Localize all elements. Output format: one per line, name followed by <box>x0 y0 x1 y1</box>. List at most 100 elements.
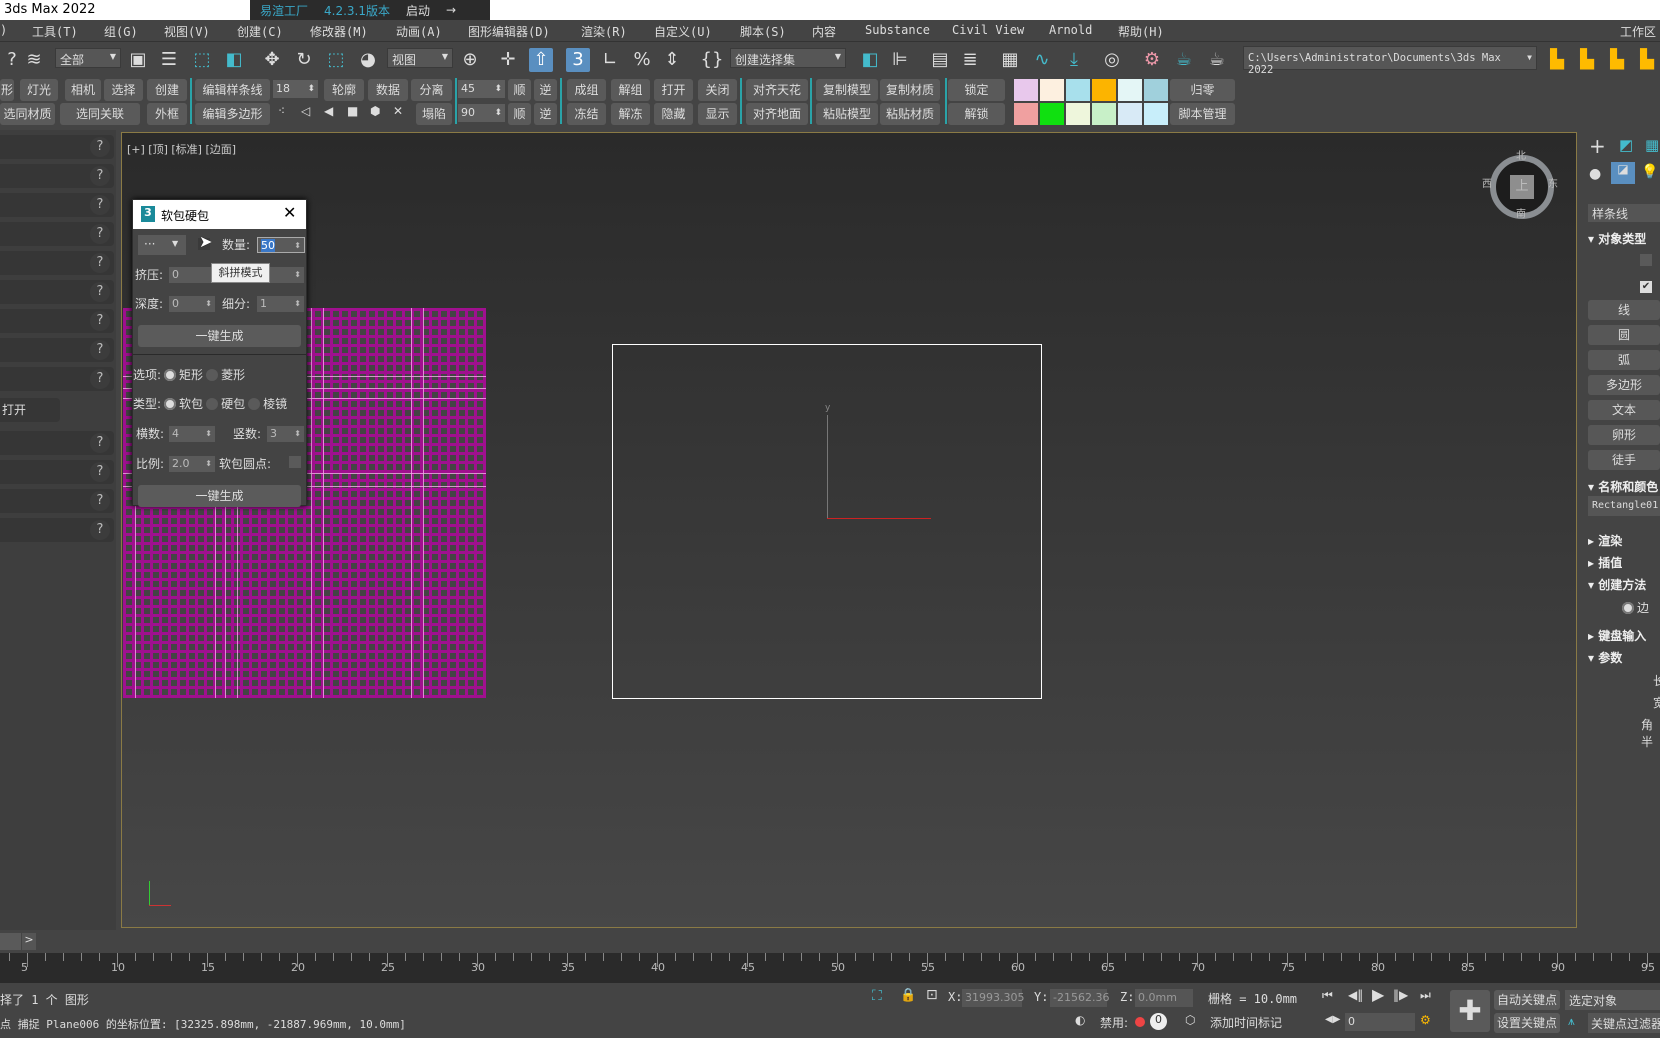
pivot-center-icon[interactable]: ⊕ <box>458 48 482 72</box>
menu-item[interactable]: Civil View <box>952 23 1024 37</box>
percent-snap-icon[interactable]: % <box>630 48 654 72</box>
menu-item[interactable]: 内容 <box>812 23 836 40</box>
project-path-dropdown[interactable]: C:\Users\Administrator\Documents\3ds Max… <box>1243 46 1537 76</box>
panel-row[interactable]: ? <box>0 367 114 391</box>
geometry-icon[interactable]: ● <box>1589 166 1601 182</box>
color-swatch[interactable] <box>1014 79 1038 101</box>
category-dropdown[interactable]: 样条线 <box>1588 204 1660 222</box>
color-swatch[interactable] <box>1092 103 1116 125</box>
layer-explorer-icon[interactable]: ≣ <box>958 48 982 72</box>
quick-button[interactable]: 选择 <box>104 79 143 101</box>
rollout-keyboard[interactable]: ▸ 键盘输入 <box>1588 627 1646 644</box>
keyboard-shortcut-icon[interactable]: ⇧ <box>529 48 553 72</box>
hierarchy-tab-icon[interactable]: ▦ <box>1645 136 1659 154</box>
edit-named-selection-icon[interactable]: {} <box>700 48 724 72</box>
scene-explorer-icon[interactable]: ▤ <box>928 48 952 72</box>
move-icon[interactable]: ✥ <box>260 48 284 72</box>
color-swatch[interactable] <box>1040 79 1064 101</box>
add-time-tag[interactable]: 添加时间标记 <box>1210 1014 1282 1031</box>
menu-item[interactable]: 创建(C) <box>237 23 283 40</box>
color-swatch[interactable] <box>1092 79 1116 101</box>
quick-button[interactable]: 解锁 <box>948 103 1005 125</box>
scale-icon[interactable]: ⬚ <box>324 48 348 72</box>
quick-button[interactable]: 相机 <box>65 79 101 101</box>
rectangle-shape[interactable]: y <box>612 344 1042 699</box>
quick-button[interactable]: 复制模型 <box>816 79 878 101</box>
quick-button[interactable]: 解组 <box>611 79 650 101</box>
time-slider-thumb[interactable] <box>0 933 21 950</box>
align-icon[interactable]: ⊫ <box>888 48 912 72</box>
count-input[interactable]: 50 <box>257 237 305 254</box>
viewport-label[interactable]: [+] [顶] [标准] [边面] <box>127 141 236 157</box>
quick-spinner[interactable]: 90 <box>458 104 505 122</box>
menu-item[interactable]: 修改器(M) <box>310 23 368 40</box>
current-frame-input[interactable]: 0 <box>1345 1013 1415 1031</box>
panel-row[interactable]: ? <box>0 338 114 362</box>
rendered-frame-icon[interactable]: ☕ <box>1172 48 1196 72</box>
start-new-shape-checkbox[interactable]: ✔ <box>1640 281 1652 293</box>
next-frame-button[interactable]: > <box>22 933 36 950</box>
navcube[interactable]: 上 北 南 西 东 <box>1482 151 1558 220</box>
subobject-icon[interactable]: ⁖ <box>278 104 285 118</box>
quick-button[interactable]: 显示 <box>698 103 737 125</box>
menu-item[interactable]: 帮助(H) <box>1118 23 1164 40</box>
rollout-create-method[interactable]: ▾ 创建方法 <box>1588 576 1646 593</box>
color-swatch[interactable] <box>1118 79 1142 101</box>
subobject-icon[interactable]: ✕ <box>393 104 403 118</box>
quick-button[interactable]: 顺 <box>508 79 531 101</box>
panel-row[interactable]: ? <box>0 193 114 217</box>
create-tab-icon[interactable]: + <box>1589 134 1606 158</box>
menu-item[interactable]: 动画(A) <box>396 23 442 40</box>
rollout-params[interactable]: ▾ 参数 <box>1588 649 1622 666</box>
named-selection-dropdown[interactable]: 创建选择集 ▼ <box>730 48 846 68</box>
time-config-arrows-icon[interactable]: ◀▶ <box>1325 1014 1340 1025</box>
generate-button[interactable]: 一键生成 <box>138 325 301 347</box>
rollout-interp[interactable]: ▸ 插值 <box>1588 554 1622 571</box>
project-tree-icon[interactable]: ▙ <box>1605 48 1629 72</box>
quick-button[interactable]: 锁定 <box>948 79 1005 101</box>
go-end-icon[interactable]: ⏭ <box>1420 988 1431 1003</box>
set-key-button[interactable]: 设置关键点 <box>1494 1013 1560 1033</box>
subobject-icon[interactable]: ◀ <box>324 104 333 118</box>
generate-button-2[interactable]: 一键生成 <box>138 485 301 507</box>
project-folder-icon[interactable]: ▙ <box>1575 48 1599 72</box>
rollout-render[interactable]: ▸ 渲染 <box>1588 532 1622 549</box>
help-button[interactable]: ? <box>90 224 110 244</box>
subobject-icon[interactable]: ■ <box>347 104 358 118</box>
navcube-face[interactable]: 上 <box>1510 175 1534 199</box>
curve-editor-icon[interactable]: ∿ <box>1030 48 1054 72</box>
menu-item[interactable]: 图形编辑器(D) <box>468 23 550 40</box>
quick-button[interactable]: 塌陷 <box>416 103 452 125</box>
quick-button[interactable]: 轮廓 <box>324 79 364 101</box>
object-type-button[interactable]: 徒手 <box>1588 450 1660 470</box>
help-button[interactable]: ? <box>90 311 110 331</box>
auto-key-button[interactable]: 自动关键点 <box>1494 990 1560 1010</box>
quick-spinner[interactable]: 45 <box>458 80 505 98</box>
quick-button[interactable]: 编辑样条线 <box>195 79 270 101</box>
help-button[interactable]: ? <box>90 340 110 360</box>
snap-3d-icon[interactable]: 3 <box>566 48 590 72</box>
type-soft-label[interactable]: 软包 <box>179 397 203 411</box>
menu-item[interactable]: 自定义(U) <box>654 23 712 40</box>
menu-item[interactable]: Substance <box>865 23 930 37</box>
time-config-icon[interactable]: ⚙ <box>1420 1013 1431 1027</box>
panel-row[interactable]: ? <box>0 309 114 333</box>
panel-row[interactable]: ? <box>0 222 114 246</box>
placement-icon[interactable]: ◕ <box>356 48 380 72</box>
set-key-big-button[interactable]: ✚ <box>1450 990 1490 1032</box>
quick-button[interactable]: 编辑多边形 <box>195 103 270 125</box>
color-swatch[interactable] <box>1144 79 1168 101</box>
radio-edge[interactable] <box>1622 602 1634 614</box>
timeline-ruler[interactable]: 5 10 15 20 25 30 35 40 45 50 55 60 65 70 75 80 85 90 95 <box>0 953 1660 983</box>
dialog-title-bar[interactable]: 3 软包硬包 ✕ <box>133 200 306 229</box>
cols-input[interactable]: 3 <box>267 426 304 442</box>
object-type-button[interactable]: 文本 <box>1588 400 1660 420</box>
panel-row[interactable]: ? <box>0 135 114 159</box>
select-object-icon[interactable]: ▣ <box>126 48 150 72</box>
menu-item[interactable]: Arnold <box>1049 23 1092 37</box>
rollout-name-color[interactable]: ▾ 名称和颜色 <box>1588 478 1658 495</box>
help-button[interactable]: ? <box>90 520 110 540</box>
key-filters-button[interactable]: 关键点过滤器 <box>1588 1013 1660 1033</box>
quick-button[interactable]: 数据 <box>368 79 408 101</box>
toggle-ribbon-icon[interactable]: ▦ <box>998 48 1022 72</box>
